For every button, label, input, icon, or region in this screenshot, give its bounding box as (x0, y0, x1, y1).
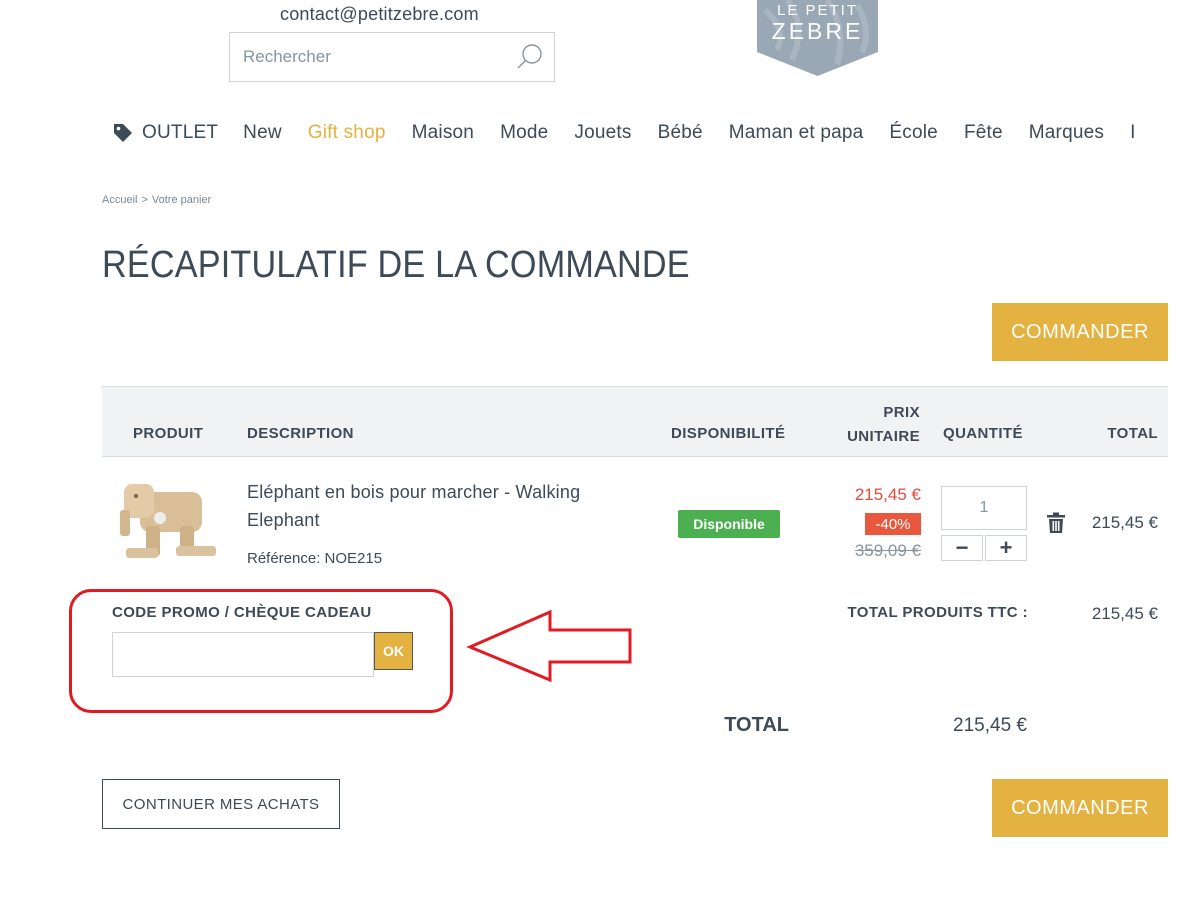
search-box (229, 32, 555, 82)
nav-item-marques[interactable]: Marques (1029, 122, 1104, 144)
search-input[interactable] (230, 33, 510, 81)
column-header-disponibilite: DISPONIBILITÉ (671, 425, 786, 442)
order-button-bottom[interactable]: COMMANDER (992, 779, 1168, 837)
availability-badge: Disponible (678, 510, 780, 538)
breadcrumb-separator: > (141, 194, 148, 206)
annotation-arrow-icon (466, 610, 632, 683)
line-total: 215,45 € (1091, 513, 1158, 532)
nav-item-maison[interactable]: Maison (412, 122, 474, 144)
product-name[interactable]: Eléphant en bois pour marcher - Walking … (247, 478, 647, 534)
discount-badge: -40% (865, 513, 921, 535)
cart-table-header (102, 387, 1168, 456)
main-nav: OUTLET New Gift shop Maison Mode Jouets … (112, 120, 1162, 146)
order-button-top[interactable]: COMMANDER (992, 303, 1168, 361)
nav-item-gift-shop[interactable]: Gift shop (308, 122, 386, 144)
quantity-decrease-button[interactable]: − (941, 535, 983, 561)
product-image-elephant[interactable] (110, 474, 225, 574)
breadcrumb: Accueil > Votre panier (102, 194, 211, 206)
column-header-prix-unitaire: PRIX UNITAIRE (830, 401, 920, 449)
nav-item-ecole[interactable]: École (889, 122, 938, 144)
column-header-total: TOTAL (1107, 425, 1158, 442)
column-header-quantite: QUANTITÉ (943, 425, 1023, 442)
quantity-input[interactable] (941, 486, 1027, 530)
nav-item-outlet[interactable]: OUTLET (112, 122, 218, 144)
page-title: RÉCAPITULATIF DE LA COMMANDE (102, 244, 690, 286)
tag-icon (114, 124, 132, 142)
logo-text-bottom: ZEBRE (771, 18, 864, 44)
nav-item-jouets[interactable]: Jouets (574, 122, 631, 144)
column-header-produit: PRODUIT (133, 425, 204, 442)
nav-item-new[interactable]: New (243, 122, 282, 144)
breadcrumb-current: Votre panier (151, 194, 212, 206)
product-reference: Référence: NOE215 (247, 550, 383, 567)
nav-item-mode[interactable]: Mode (500, 122, 548, 144)
continue-shopping-button[interactable]: CONTINUER MES ACHATS (102, 779, 340, 829)
search-icon[interactable] (516, 42, 544, 70)
logo-text-top: LE PETIT (776, 2, 859, 19)
grand-total-label: TOTAL (724, 714, 789, 736)
nav-item-more[interactable]: I (1130, 122, 1135, 144)
unit-price-current: 215,45 € (854, 485, 921, 504)
grand-total-value: 215,45 € (953, 715, 1027, 736)
nav-item-bebe[interactable]: Bébé (658, 122, 703, 144)
column-header-description: DESCRIPTION (247, 425, 354, 442)
annotation-highlight-box (69, 589, 453, 713)
contact-email[interactable]: contact@petitzebre.com (280, 4, 479, 25)
column-header-prix-line2: UNITAIRE (847, 428, 920, 445)
nav-item-maman-et-papa[interactable]: Maman et papa (729, 122, 864, 144)
quantity-increase-button[interactable]: + (985, 535, 1027, 561)
nav-item-fete[interactable]: Fête (964, 122, 1003, 144)
nav-item-label: OUTLET (142, 122, 219, 143)
breadcrumb-home[interactable]: Accueil (102, 194, 137, 206)
products-total-value: 215,45 € (1091, 604, 1158, 623)
unit-price-original: 359,09 € (854, 541, 921, 560)
column-header-prix-line1: PRIX (883, 404, 920, 421)
products-total-label: TOTAL PRODUITS TTC : (847, 604, 1028, 621)
table-header-border (102, 456, 1168, 457)
site-logo[interactable]: LE PETIT ZEBRE (757, 0, 878, 76)
